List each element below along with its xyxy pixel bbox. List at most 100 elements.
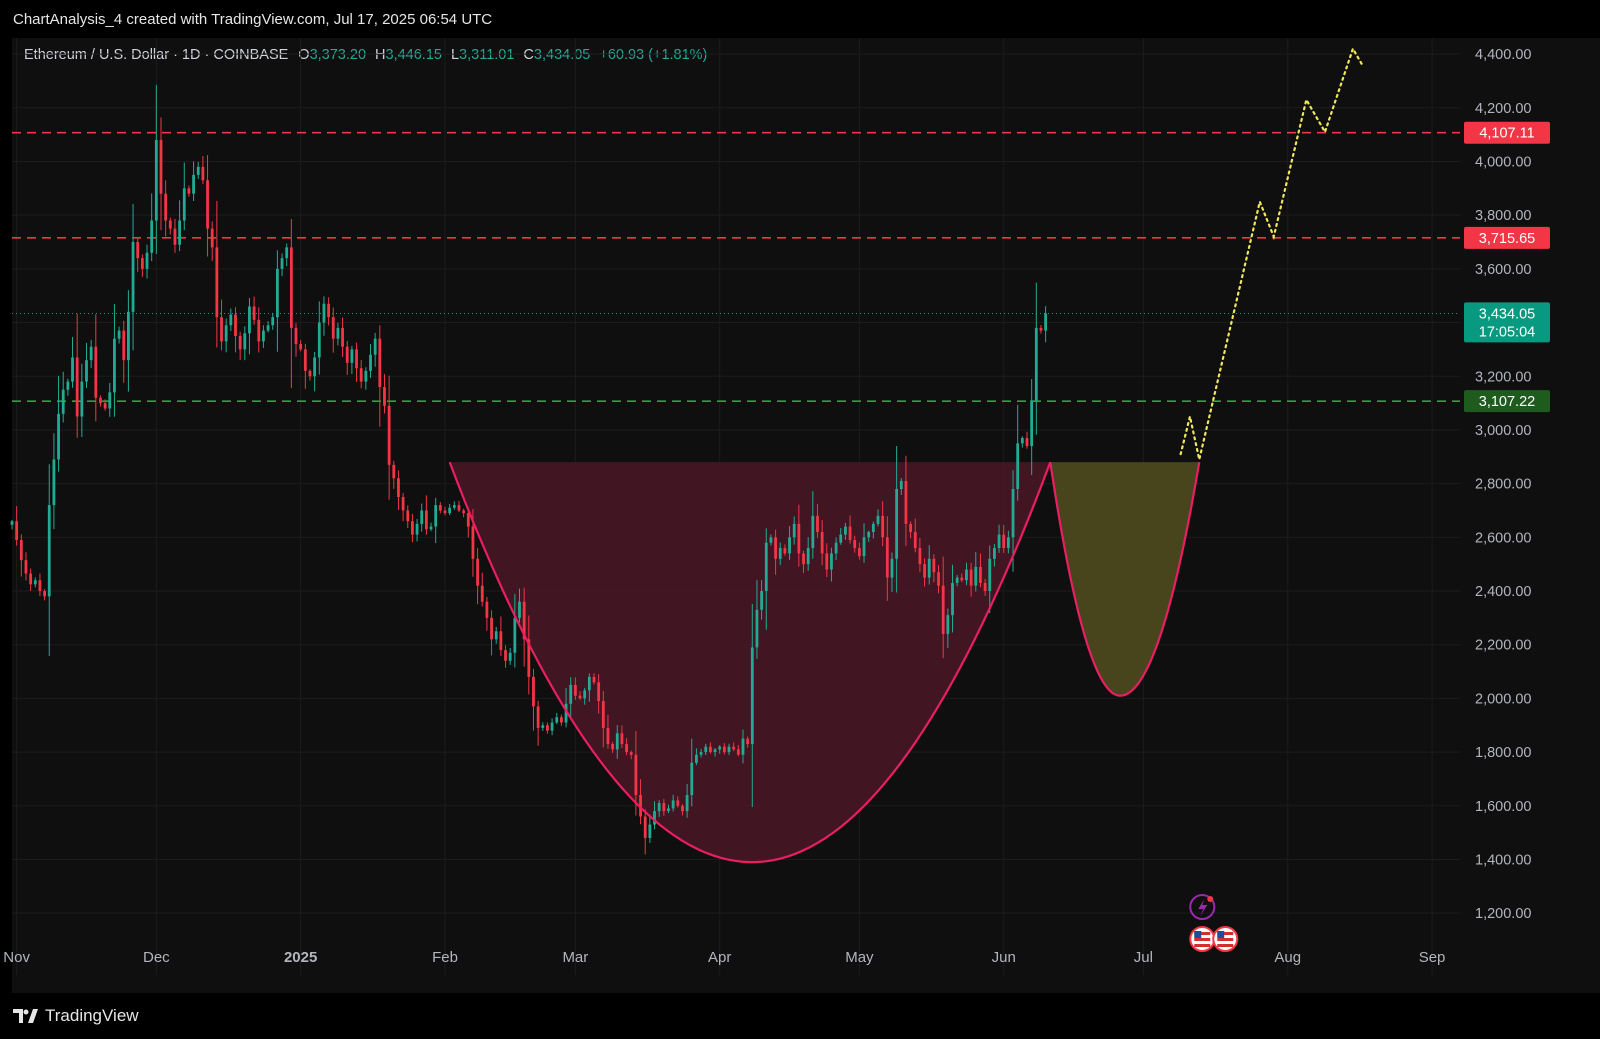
candle-bearish — [783, 548, 787, 554]
candle-bearish — [573, 684, 577, 696]
candle-bearish — [1039, 327, 1043, 331]
candle-bearish — [918, 548, 922, 565]
candle-bearish — [378, 338, 382, 387]
candle-bullish — [1011, 489, 1015, 538]
candle-bullish — [993, 548, 996, 559]
candle-bullish — [373, 338, 377, 355]
candle-bearish — [392, 464, 396, 479]
candle-bullish — [33, 580, 37, 585]
candle-bullish — [839, 534, 843, 543]
brand-label: TradingView — [45, 1006, 139, 1025]
candle-bearish — [732, 746, 736, 750]
candle-bullish — [587, 676, 591, 691]
candle-bullish — [685, 795, 689, 812]
candle-bullish — [513, 617, 517, 653]
candle-bullish — [178, 220, 182, 245]
x-tick-label: Mar — [562, 949, 588, 966]
candle-bullish — [262, 330, 265, 342]
candle-bearish — [443, 510, 447, 514]
candle-bearish — [411, 521, 414, 535]
candle-bearish — [560, 717, 563, 723]
price-chart[interactable]: 1,200.00 1,400.00 1,600.00 1,800.00 2,000.00… — [0, 0, 1600, 1039]
candle-bearish — [532, 676, 535, 707]
candle-bullish — [667, 808, 670, 812]
candle-bearish — [406, 510, 410, 522]
candle-bullish — [224, 325, 228, 342]
candle-bullish — [275, 268, 279, 318]
candle-bearish — [341, 327, 344, 347]
candle-bullish — [871, 523, 875, 532]
candle-bearish — [611, 744, 615, 750]
candle-bullish — [741, 738, 745, 755]
candle-bearish — [969, 569, 973, 586]
candle-bullish — [895, 489, 899, 559]
candle-bearish — [299, 344, 303, 350]
candle-bullish — [448, 507, 452, 514]
y-tick-label: 1,600.00 — [1475, 799, 1531, 815]
candle-bearish — [592, 676, 596, 683]
y-tick-label: 4,200.00 — [1475, 101, 1531, 117]
candle-bearish — [597, 682, 601, 702]
tradingview-logo-icon — [13, 1009, 38, 1023]
candle-bearish — [383, 386, 386, 406]
candle-bullish — [755, 609, 759, 648]
flag-canton — [1194, 931, 1202, 938]
candle-bearish — [187, 188, 191, 194]
candle-bullish — [704, 746, 708, 753]
candle-bullish — [778, 548, 782, 559]
candle-bearish — [643, 816, 647, 838]
candle-bearish — [941, 585, 945, 634]
candle-bearish — [904, 480, 908, 524]
candle-bearish — [1002, 534, 1006, 549]
y-tick-label: 1,400.00 — [1475, 852, 1531, 868]
y-tick-label: 3,200.00 — [1475, 369, 1531, 385]
candle-bullish — [192, 174, 195, 194]
candle-bullish — [555, 717, 559, 723]
x-tick-label: May — [845, 949, 874, 966]
candle-bullish — [336, 327, 340, 339]
candle-bearish — [210, 228, 214, 248]
candle-bullish — [867, 531, 871, 538]
footer: TradingView — [0, 993, 1600, 1039]
x-tick-label: Jul — [1134, 949, 1153, 966]
candle-bullish — [695, 754, 698, 763]
candle-bullish — [750, 647, 754, 745]
candle-bullish — [792, 523, 796, 538]
candle-bearish — [38, 580, 42, 592]
candle-bullish — [569, 684, 573, 704]
candle-bullish — [66, 381, 70, 390]
candle-bearish — [401, 497, 405, 511]
candle-bearish — [634, 754, 638, 796]
x-tick-label: Sep — [1419, 949, 1446, 966]
candle-bearish — [289, 247, 293, 328]
candle-bullish — [1016, 443, 1020, 489]
candle-bullish — [727, 746, 731, 753]
candle-bullish — [229, 314, 233, 326]
candle-bullish — [927, 558, 931, 578]
candle-bullish — [71, 357, 74, 382]
candle-bearish — [979, 566, 982, 583]
resistance-level-label: 3,715.65 — [1479, 231, 1535, 247]
candle-bearish — [359, 368, 363, 382]
candle-bullish — [1030, 400, 1034, 447]
candle-bullish — [657, 803, 661, 812]
candle-bearish — [471, 526, 475, 559]
candle-bullish — [699, 752, 703, 755]
candle-bullish — [154, 140, 158, 221]
last-price-label: 3,434.05 — [1479, 306, 1535, 322]
candle-bullish — [10, 521, 14, 525]
candle-bullish — [89, 346, 93, 361]
candle-bullish — [429, 526, 433, 530]
candle-bearish — [476, 558, 479, 586]
candle-bearish — [43, 591, 46, 597]
candle-bullish — [369, 354, 372, 371]
flag-stripe — [1217, 944, 1234, 947]
candle-bearish — [909, 523, 912, 532]
candle-bearish — [234, 314, 237, 336]
candle-bullish — [266, 325, 270, 331]
candle-bullish — [415, 523, 419, 535]
candle-bearish — [397, 478, 400, 498]
candle-bullish — [57, 413, 60, 460]
candle-bearish — [215, 247, 219, 318]
tradingview-logo[interactable]: TradingView — [13, 1006, 139, 1026]
